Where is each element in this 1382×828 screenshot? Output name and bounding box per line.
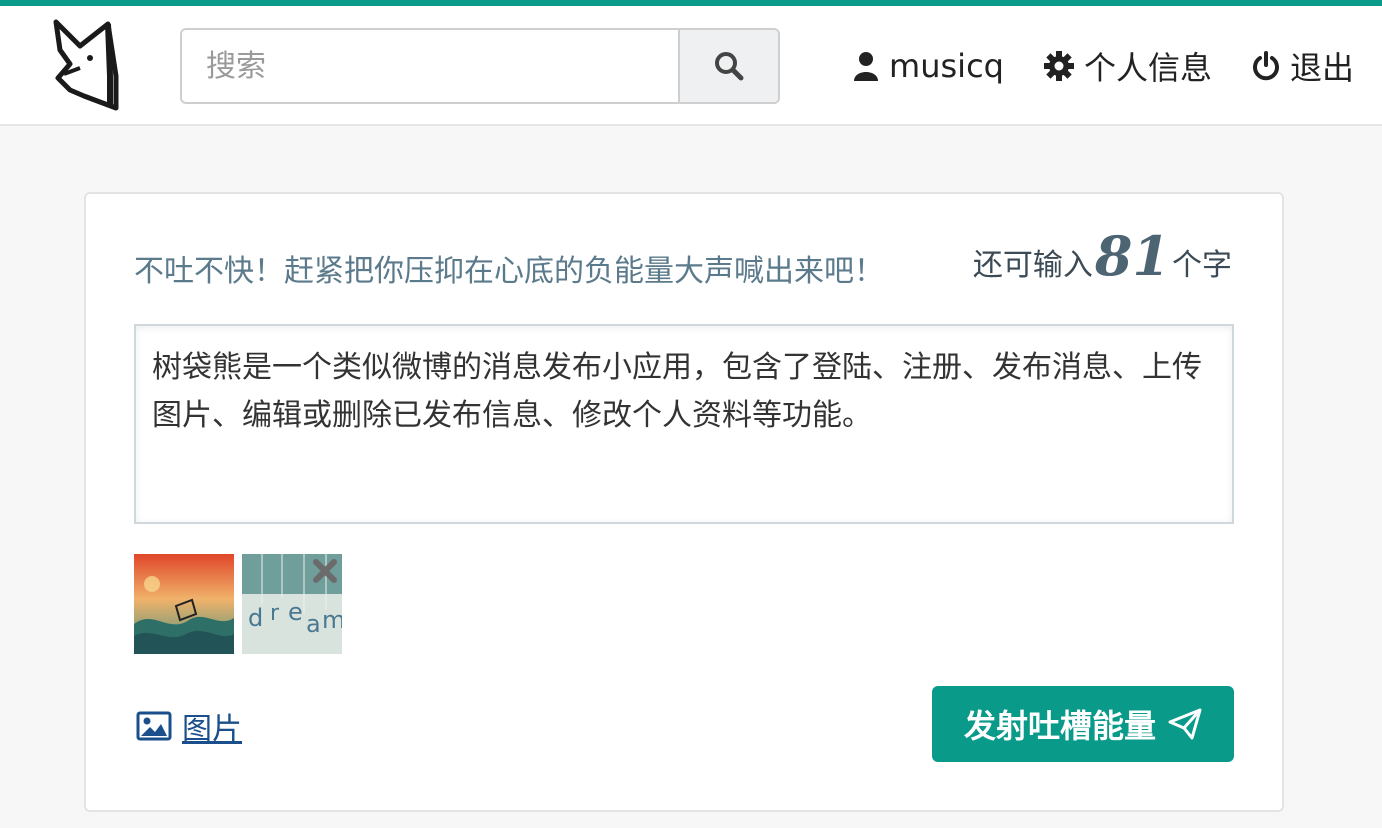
search-input[interactable] — [182, 30, 680, 102]
char-counter-number: 81 — [1094, 224, 1170, 288]
submit-label: 发射吐槽能量 — [963, 707, 1156, 745]
remove-thumbnail-close-icon[interactable] — [310, 556, 340, 586]
nav-user-label: musicq — [889, 47, 1004, 85]
navbar: musicq 个人信息 退出 — [0, 6, 1382, 126]
thumbnail-sea-painting[interactable] — [134, 554, 234, 654]
search-icon — [715, 52, 744, 81]
nav-profile-label: 个人信息 — [1083, 49, 1212, 87]
nav-logout-link[interactable]: 退出 — [1252, 43, 1354, 89]
submit-button[interactable]: 发射吐槽能量 — [932, 686, 1234, 762]
svg-text:m: m — [322, 606, 342, 634]
gear-icon — [1043, 51, 1074, 81]
svg-text:e: e — [288, 598, 303, 626]
composer-prompt: 不吐不快！赶紧把你压抑在心底的负能量大声喊出来吧！ — [134, 254, 884, 289]
image-icon — [136, 711, 172, 741]
nav-links: musicq 个人信息 退出 — [813, 36, 1354, 96]
char-counter-suffix: 个字 — [1172, 248, 1232, 283]
message-textarea[interactable]: 树袋熊是一个类似微博的消息发布小应用，包含了登陆、注册、发布消息、上传图片、编辑… — [134, 324, 1234, 524]
char-counter: 还可输入 81 个字 — [973, 224, 1232, 288]
fox-logo-icon[interactable] — [50, 16, 122, 116]
svg-text:r: r — [270, 601, 280, 626]
user-icon — [854, 52, 879, 81]
paper-plane-icon — [1168, 708, 1202, 740]
add-image-label: 图片 — [182, 712, 242, 747]
power-icon — [1252, 51, 1279, 81]
thumbnail-dream[interactable]: d r e a m — [242, 554, 342, 654]
svg-text:a: a — [306, 610, 321, 638]
composer-panel: 不吐不快！赶紧把你压抑在心底的负能量大声喊出来吧！ 还可输入 81 个字 树袋熊… — [84, 192, 1284, 812]
char-counter-prefix: 还可输入 — [972, 248, 1093, 283]
search-box — [180, 28, 780, 104]
add-image-link[interactable]: 图片 — [136, 704, 242, 748]
nav-profile-link[interactable]: 个人信息 — [1043, 43, 1212, 89]
nav-user-link[interactable]: musicq — [853, 47, 1004, 85]
svg-text:d: d — [248, 604, 263, 632]
nav-logout-label: 退出 — [1289, 49, 1354, 87]
thumbnail-list: d r e a m — [134, 554, 350, 654]
search-button[interactable] — [678, 30, 778, 102]
